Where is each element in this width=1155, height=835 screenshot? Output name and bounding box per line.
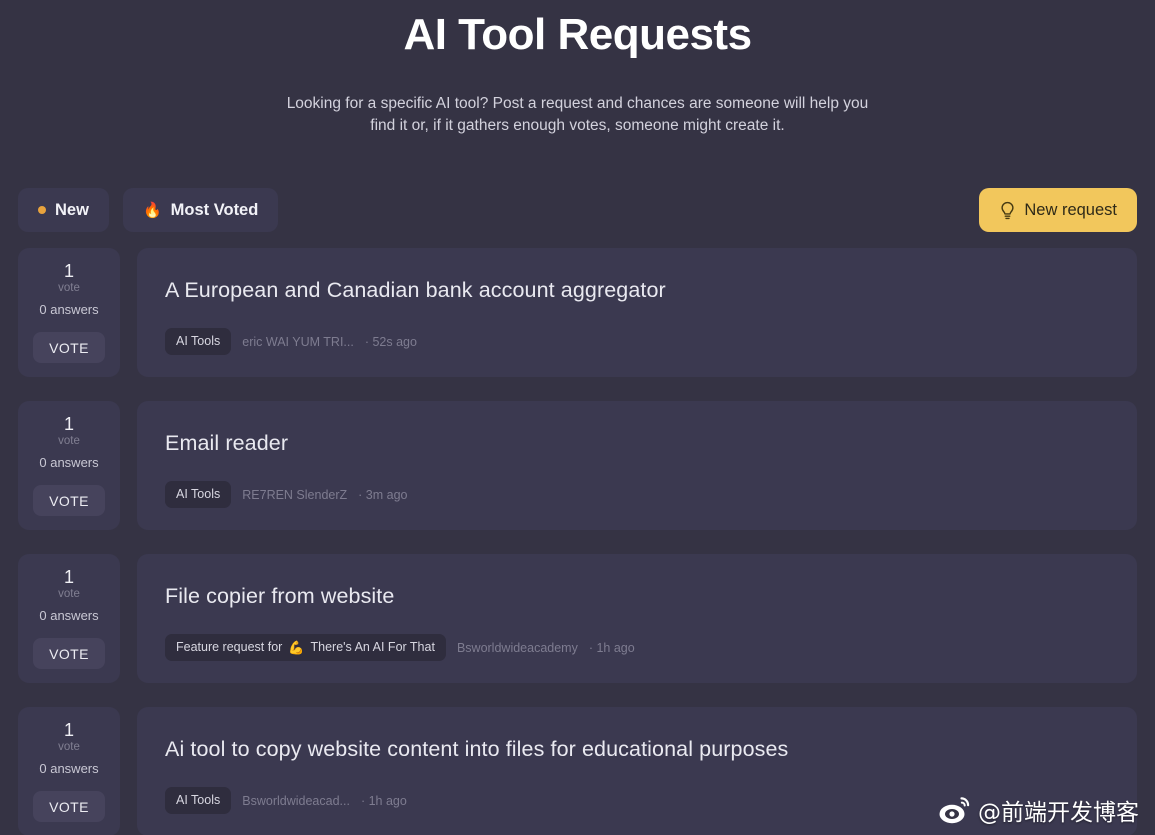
- tag-chip-label: There's An AI For That: [310, 640, 435, 654]
- filter-tabs: New 🔥 Most Voted: [18, 188, 279, 232]
- request-meta: AI Tools Bsworldwideacad... · 1h ago: [165, 787, 1111, 814]
- request-card[interactable]: File copier from website Feature request…: [137, 554, 1137, 683]
- tag-chip[interactable]: AI Tools: [165, 481, 232, 508]
- request-row: 1 vote 0 answers VOTE Email reader AI To…: [18, 401, 1137, 530]
- page-subtitle-line-1: Looking for a specific AI tool? Post a r…: [286, 95, 869, 112]
- tag-chip-label: AI Tools: [176, 334, 221, 348]
- muscle-icon: 💪: [288, 640, 305, 655]
- tab-new[interactable]: New: [18, 188, 109, 232]
- tag-chip-label: AI Tools: [176, 793, 221, 807]
- page-title: AI Tool Requests: [403, 10, 752, 59]
- vote-count: 1: [63, 261, 74, 281]
- vote-button[interactable]: VOTE: [33, 638, 105, 669]
- request-title: Email reader: [165, 431, 289, 455]
- request-timestamp: · 1h ago: [360, 793, 407, 808]
- answers-count: 0 answers: [39, 302, 99, 317]
- request-row: 1 vote 0 answers VOTE Ai tool to copy we…: [18, 707, 1137, 835]
- request-author[interactable]: RE7REN SlenderZ: [242, 487, 347, 503]
- page-header: AI Tool Requests Looking for a specific …: [0, 0, 1155, 137]
- request-title: Ai tool to copy website content into fil…: [165, 737, 789, 761]
- vote-count: 1: [63, 567, 74, 587]
- vote-panel: 1 vote 0 answers VOTE: [18, 248, 120, 377]
- vote-count: 1: [63, 414, 74, 434]
- vote-word: vote: [58, 435, 80, 447]
- orange-dot-icon: [38, 206, 46, 214]
- page-subtitle-line-2: find it or, if it gathers enough votes, …: [370, 117, 785, 134]
- request-timestamp: · 3m ago: [358, 487, 408, 502]
- vote-word: vote: [58, 741, 80, 753]
- vote-panel: 1 vote 0 answers VOTE: [18, 401, 120, 530]
- vote-button[interactable]: VOTE: [33, 332, 105, 363]
- request-author[interactable]: eric WAI YUM TRI...: [242, 334, 354, 350]
- answers-count: 0 answers: [39, 761, 99, 776]
- vote-panel: 1 vote 0 answers VOTE: [18, 554, 120, 683]
- page-subtitle: Looking for a specific AI tool? Post a r…: [0, 93, 1155, 137]
- request-title: File copier from website: [165, 584, 395, 608]
- request-timestamp: · 1h ago: [588, 640, 635, 655]
- tab-new-label: New: [55, 200, 89, 219]
- vote-button[interactable]: VOTE: [33, 485, 105, 516]
- answers-count: 0 answers: [39, 455, 99, 470]
- toolbar: New 🔥 Most Voted New request: [0, 188, 1155, 232]
- tag-chip[interactable]: Feature request for 💪 There's An AI For …: [165, 634, 446, 661]
- request-list: 1 vote 0 answers VOTE A European and Can…: [0, 248, 1155, 835]
- request-row: 1 vote 0 answers VOTE A European and Can…: [18, 248, 1137, 377]
- tag-chip[interactable]: AI Tools: [165, 787, 232, 814]
- tag-chip-prefix: Feature request for: [176, 640, 283, 654]
- request-author[interactable]: Bsworldwideacademy: [457, 640, 578, 656]
- request-card[interactable]: Ai tool to copy website content into fil…: [137, 707, 1137, 835]
- answers-count: 0 answers: [39, 608, 99, 623]
- request-author[interactable]: Bsworldwideacad...: [242, 793, 350, 809]
- request-meta: AI Tools RE7REN SlenderZ · 3m ago: [165, 481, 1111, 508]
- request-meta: AI Tools eric WAI YUM TRI... · 52s ago: [165, 328, 1111, 355]
- fire-icon: 🔥: [142, 201, 162, 219]
- request-card[interactable]: Email reader AI Tools RE7REN SlenderZ · …: [137, 401, 1137, 530]
- tag-chip[interactable]: AI Tools: [165, 328, 232, 355]
- tag-chip-label: AI Tools: [176, 487, 221, 501]
- tab-most-voted-label: Most Voted: [170, 200, 259, 219]
- new-request-label: New request: [1024, 200, 1117, 219]
- vote-button[interactable]: VOTE: [33, 791, 105, 822]
- vote-panel: 1 vote 0 answers VOTE: [18, 707, 120, 835]
- vote-word: vote: [58, 282, 80, 294]
- vote-count: 1: [63, 720, 74, 740]
- tab-most-voted[interactable]: 🔥 Most Voted: [122, 188, 279, 232]
- lightbulb-icon: [999, 201, 1016, 220]
- request-timestamp: · 52s ago: [364, 334, 417, 349]
- vote-word: vote: [58, 588, 80, 600]
- request-title: A European and Canadian bank account agg…: [165, 278, 666, 302]
- request-meta: Feature request for 💪 There's An AI For …: [165, 634, 1111, 661]
- request-row: 1 vote 0 answers VOTE File copier from w…: [18, 554, 1137, 683]
- request-card[interactable]: A European and Canadian bank account agg…: [137, 248, 1137, 377]
- new-request-button[interactable]: New request: [979, 188, 1137, 232]
